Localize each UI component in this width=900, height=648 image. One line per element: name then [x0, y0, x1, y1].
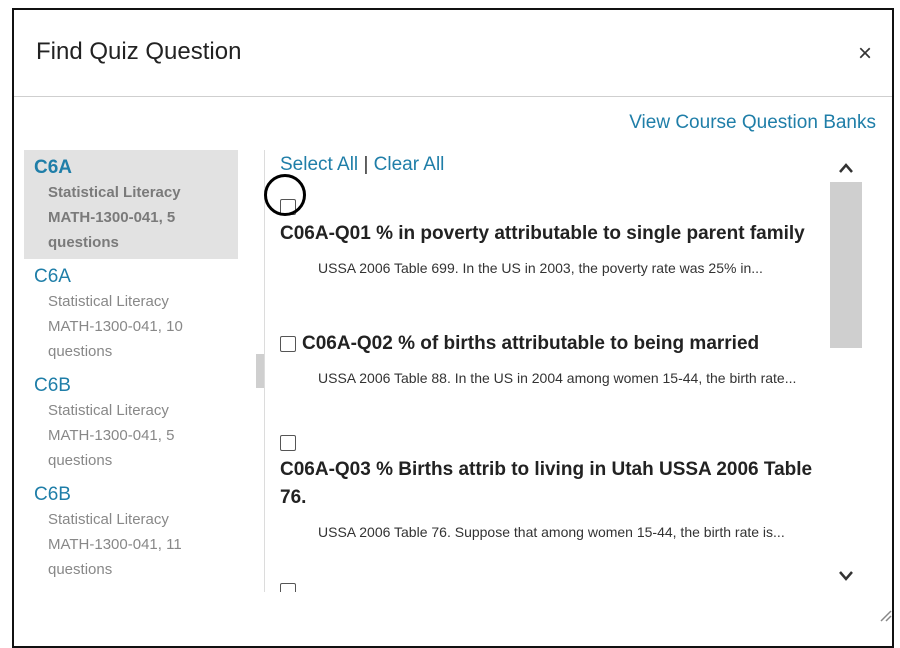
bank-desc-line: MATH-1300-041, 5 — [48, 209, 176, 226]
bank-name: C6B — [34, 484, 71, 505]
question-item — [280, 582, 830, 592]
bank-desc-line: Statistical Literacy — [48, 184, 181, 201]
bank-desc-line: MATH-1300-041, 5 — [48, 427, 175, 444]
bank-desc-line: MATH-1300-041, 11 — [48, 536, 182, 553]
question-list-scrollbar[interactable] — [830, 150, 862, 592]
view-course-question-banks-link[interactable]: View Course Question Banks — [629, 112, 876, 134]
bank-name: C6A — [34, 266, 71, 287]
question-checkbox[interactable] — [280, 434, 296, 451]
bank-desc-line: questions — [48, 343, 113, 360]
question-checkbox[interactable] — [280, 198, 296, 215]
scrollbar-thumb[interactable] — [830, 182, 862, 348]
question-item: C06A-Q01 % in poverty attributable to si… — [280, 198, 830, 280]
bank-desc-line: questions — [48, 561, 113, 578]
bank-item[interactable]: C6B Statistical Literacy MATH-1300-041, … — [24, 477, 238, 586]
question-title-row: C06A-Q02 % of births attributable to bei… — [280, 330, 830, 358]
question-checkbox[interactable] — [280, 335, 296, 352]
question-item: C06A-Q02 % of births attributable to bei… — [280, 330, 830, 390]
question-item: C06A-Q03 % Births attrib to living in Ut… — [280, 434, 830, 544]
bank-item[interactable]: C6B Statistical Literacy MATH-1300-041, … — [24, 368, 238, 477]
dialog-title: Find Quiz Question — [36, 38, 242, 65]
question-list-pane: Select All | Clear All C06A-Q01 % in pov… — [278, 150, 830, 592]
question-checkbox[interactable] — [280, 582, 296, 592]
question-desc: USSA 2006 Table 699. In the US in 2003, … — [318, 260, 763, 276]
scroll-up-icon[interactable] — [830, 154, 862, 180]
question-desc: USSA 2006 Table 76. Suppose that among w… — [318, 524, 785, 540]
dialog-header: Find Quiz Question × — [14, 10, 892, 97]
bank-desc-line: MATH-1300-041, 10 — [48, 318, 183, 335]
scroll-down-icon[interactable] — [256, 562, 264, 588]
bank-desc-line: questions — [48, 452, 113, 469]
bank-desc-line: Statistical Literacy — [48, 402, 169, 419]
clear-all-link[interactable]: Clear All — [374, 154, 445, 175]
bank-name: C6A — [34, 157, 73, 178]
question-title: C06A-Q01 % in poverty attributable to si… — [280, 223, 805, 244]
bank-desc-line: Statistical Literacy — [48, 293, 169, 310]
question-title: C06A-Q03 % Births attrib to living in Ut… — [280, 459, 813, 508]
bank-item[interactable]: C6A Statistical Literacy MATH-1300-041, … — [24, 150, 238, 259]
select-all-link[interactable]: Select All — [280, 154, 358, 175]
question-bank-list: C6A Statistical Literacy MATH-1300-041, … — [24, 150, 265, 592]
scrollbar-thumb[interactable] — [256, 354, 264, 388]
bank-desc-line: Statistical Literacy — [48, 511, 169, 528]
selection-controls: Select All | Clear All — [280, 154, 444, 176]
bank-name: C6B — [34, 375, 71, 396]
question-desc: USSA 2006 Table 88. In the US in 2004 am… — [318, 370, 797, 386]
scroll-down-icon[interactable] — [830, 562, 862, 588]
separator: | — [363, 154, 369, 175]
bank-item[interactable]: C6A Statistical Literacy MATH-1300-041, … — [24, 259, 238, 368]
resize-handle-icon[interactable] — [878, 608, 892, 622]
close-icon[interactable]: × — [858, 42, 872, 66]
scroll-up-icon[interactable] — [256, 154, 264, 180]
bank-desc-line: questions — [48, 234, 119, 251]
bank-list-scrollbar[interactable] — [256, 150, 264, 592]
question-title: C06A-Q02 % of births attributable to bei… — [302, 333, 760, 354]
